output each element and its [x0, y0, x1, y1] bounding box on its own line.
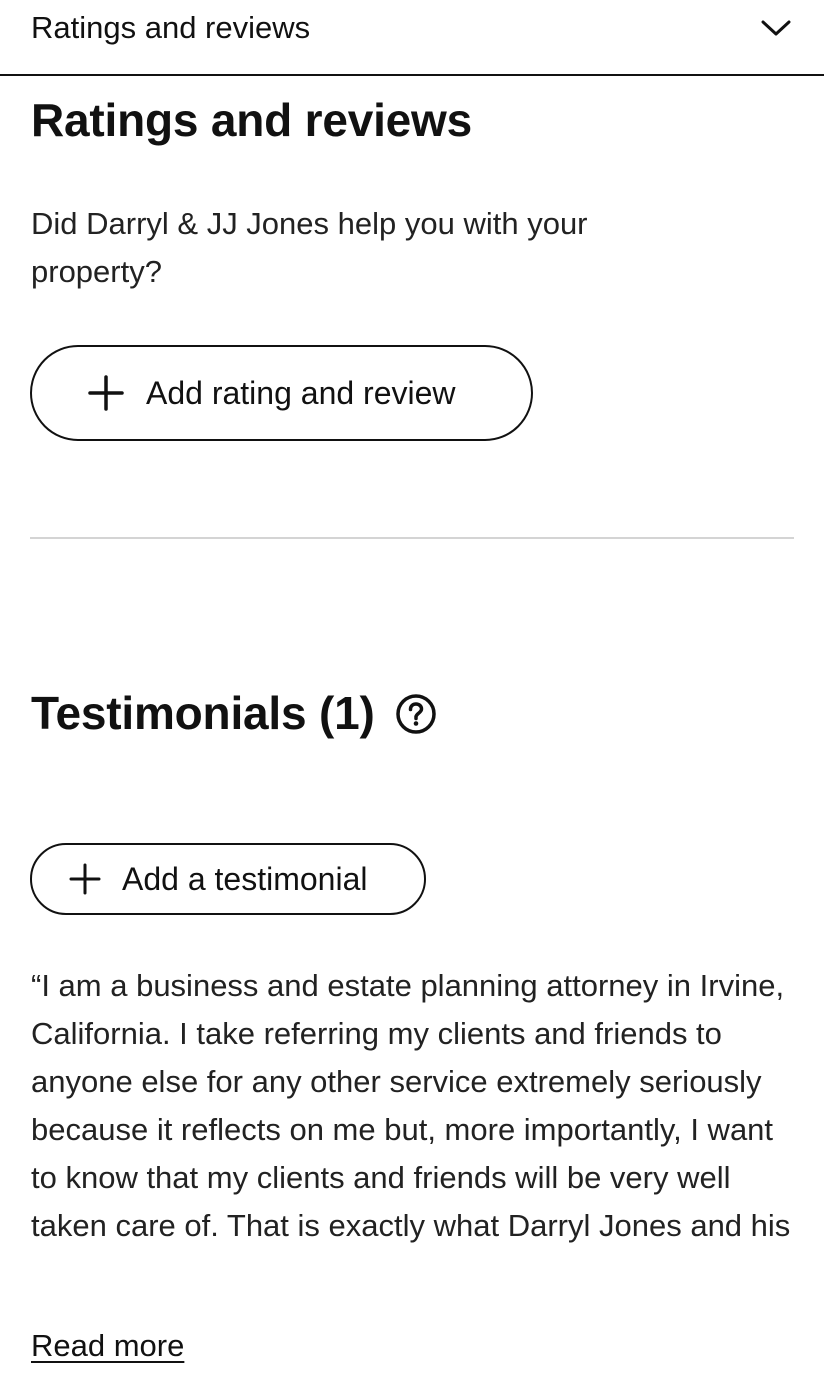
testimonials-heading: Testimonials (1)	[31, 687, 375, 739]
page: Ratings and reviews Ratings and reviews …	[0, 0, 824, 1387]
add-rating-review-button[interactable]: Add rating and review	[30, 345, 533, 441]
read-more-link[interactable]: Read more	[31, 1326, 184, 1366]
ratings-heading: Ratings and reviews	[31, 94, 473, 146]
testimonials-heading-row: Testimonials (1)	[31, 684, 437, 742]
plus-icon	[88, 375, 124, 411]
section-header-bar[interactable]: Ratings and reviews	[0, 0, 824, 76]
chevron-down-icon[interactable]	[758, 10, 794, 46]
plus-icon	[69, 863, 101, 895]
testimonial-text: “I am a business and estate planning att…	[31, 968, 791, 1243]
question-circle-icon[interactable]	[395, 693, 437, 735]
section-header-title: Ratings and reviews	[31, 10, 311, 45]
add-testimonial-label: Add a testimonial	[122, 860, 368, 897]
add-rating-review-label: Add rating and review	[146, 374, 456, 411]
section-divider	[30, 537, 794, 539]
ratings-question: Did Darryl & JJ Jones help you with your…	[31, 206, 588, 289]
add-testimonial-button[interactable]: Add a testimonial	[30, 843, 426, 915]
